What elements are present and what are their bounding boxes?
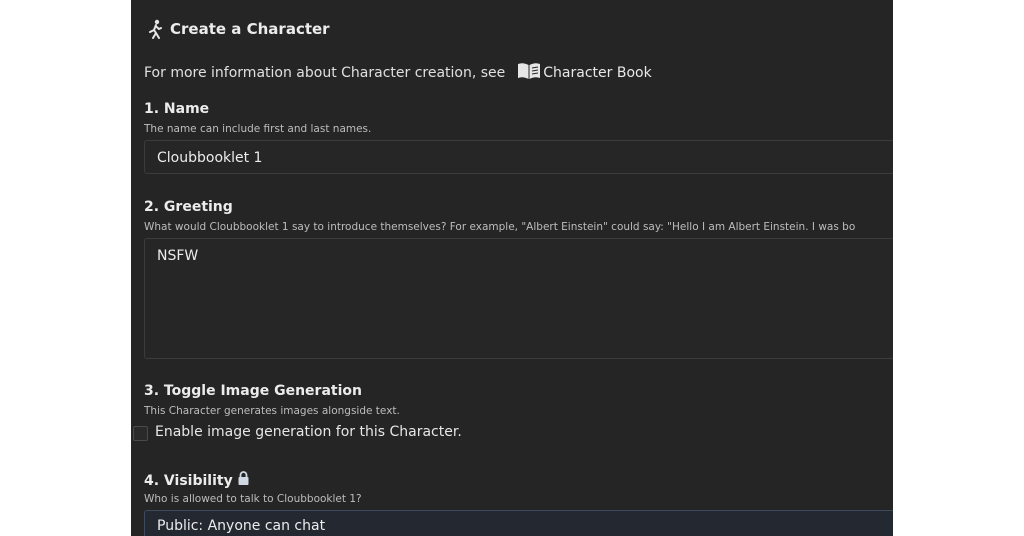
visibility-title: 4. Visibility	[144, 472, 233, 489]
character-book-link[interactable]: Character Book	[517, 62, 652, 84]
walking-person-icon	[147, 19, 164, 39]
lock-icon	[237, 471, 250, 490]
book-icon	[517, 62, 543, 84]
greeting-section-title: 2. Greeting	[144, 199, 233, 215]
image-generation-checkbox-label[interactable]: Enable image generation for this Charact…	[155, 424, 462, 440]
name-title: 1. Name	[144, 101, 210, 117]
greeting-hint: What would Cloubbooklet 1 say to introdu…	[144, 221, 856, 233]
visibility-hint: Who is allowed to talk to Cloubbooklet 1…	[144, 493, 362, 505]
info-text: For more information about Character cre…	[144, 62, 652, 84]
visibility-select[interactable]: Public: Anyone can chat	[144, 510, 893, 536]
name-input[interactable]: Cloubbooklet 1	[144, 140, 893, 174]
name-section-title: 1. Name	[144, 101, 209, 117]
page-title: Create a Character	[170, 20, 330, 38]
image-generation-title: 3. Toggle Image Generation	[144, 383, 362, 399]
header: Create a Character	[147, 19, 330, 39]
info-label: For more information about Character cre…	[144, 65, 506, 81]
image-generation-hint: This Character generates images alongsid…	[144, 405, 400, 417]
visibility-section-title: 4. Visibility	[144, 471, 250, 490]
image-generation-checkbox[interactable]	[133, 426, 148, 441]
image-generation-section-title: 3. Toggle Image Generation	[144, 383, 362, 399]
character-book-label: Character Book	[543, 65, 652, 81]
name-hint: The name can include first and last name…	[144, 123, 372, 135]
greeting-textarea[interactable]: NSFW	[144, 238, 893, 359]
greeting-title: 2. Greeting	[144, 199, 233, 215]
create-character-panel: Create a Character For more information …	[131, 0, 893, 536]
